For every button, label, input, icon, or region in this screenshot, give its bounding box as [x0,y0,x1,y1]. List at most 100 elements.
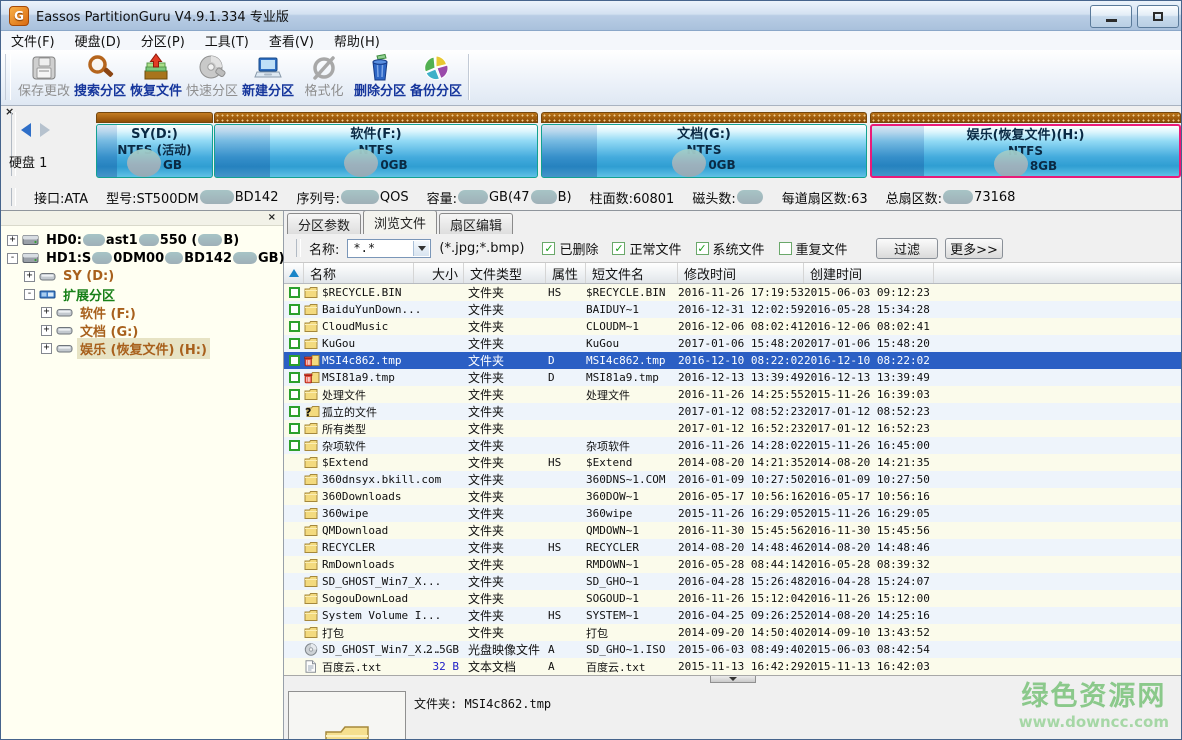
minimize-button[interactable] [1090,5,1132,28]
table-row[interactable]: RmDownloads文件夹RMDOWN~12016-05-28 08:44:1… [284,556,1181,573]
checkbox-icon[interactable] [779,242,792,255]
table-row[interactable]: 360Downloads文件夹360DOW~12016-05-17 10:56:… [284,488,1181,505]
menu-item-5[interactable]: 帮助(H) [324,31,390,50]
recover-checkbox[interactable] [289,389,300,400]
prev-disk-icon[interactable] [21,123,31,137]
tree-item[interactable]: +软件 (F:) [1,303,283,321]
tree-item[interactable]: +HD0:ast1550 (B) [1,231,283,249]
partition-block[interactable]: SY(D:)NTFS (活动)GB [96,112,213,178]
partition-block[interactable]: 软件(F:)NTFS0GB [214,112,538,178]
table-row[interactable]: QMDownload文件夹QMDOWN~12016-11-30 15:45:56… [284,522,1181,539]
table-row[interactable]: RECYCLER文件夹HSRECYCLER2014-08-20 14:48:46… [284,539,1181,556]
collapse-icon[interactable]: - [7,253,18,264]
chevron-down-icon[interactable] [413,241,429,256]
more-button[interactable]: 更多>> [945,238,1003,259]
collapse-icon[interactable]: - [24,289,35,300]
recover-checkbox[interactable] [289,423,300,434]
recover-checkbox[interactable] [289,372,300,383]
table-row[interactable]: ?孤立的文件文件夹2017-01-12 08:52:232017-01-12 0… [284,403,1181,420]
toolbar-delete-partition-button[interactable]: 删除分区 [352,50,408,105]
collapse-preview-button[interactable] [710,676,756,683]
tree-item[interactable]: -扩展分区 [1,285,283,303]
table-row[interactable]: SD_GHOST_Win7_X...2.5GB光盘映像文件ASD_GHO~1.I… [284,641,1181,658]
table-row[interactable]: 处理文件文件夹处理文件2016-11-26 14:25:552015-11-26… [284,386,1181,403]
filename-pattern-combo[interactable]: *.* [347,239,431,258]
column-header[interactable]: 修改时间 [678,263,804,283]
next-disk-icon[interactable] [40,123,50,137]
table-row[interactable]: SogouDownLoad文件夹SOGOUD~12016-11-26 15:12… [284,590,1181,607]
tab-browse-files[interactable]: 浏览文件 [363,211,437,234]
sort-column-indicator[interactable] [284,263,304,283]
column-header[interactable]: 大小 [414,263,464,283]
toolbar-search-partition-button[interactable]: 搜索分区 [72,50,128,105]
checkbox-icon[interactable]: ✓ [612,242,625,255]
partition-block[interactable]: 文档(G:)NTFS0GB [541,112,867,178]
info-text: GB(47 [489,190,530,205]
menu-item-3[interactable]: 工具(T) [195,31,259,50]
table-row[interactable]: SD_GHOST_Win7_X...文件夹SD_GHO~12016-04-28 … [284,573,1181,590]
recover-checkbox[interactable] [289,321,300,332]
table-row[interactable]: 所有类型文件夹2017-01-12 16:52:232017-01-12 16:… [284,420,1181,437]
table-row[interactable]: 打包文件夹打包2014-09-20 14:50:402014-09-10 13:… [284,624,1181,641]
recover-checkbox[interactable] [289,287,300,298]
recover-checkbox[interactable] [289,304,300,315]
menu-item-0[interactable]: 文件(F) [1,31,65,50]
toolbar-save-button[interactable]: 保存更改 [16,50,72,105]
tab-partition-params[interactable]: 分区参数 [287,213,361,234]
expand-icon[interactable]: + [41,343,52,354]
tree-item[interactable]: +SY (D:) [1,267,283,285]
filter-button[interactable]: 过滤 [876,238,938,259]
table-row[interactable]: MSI4c862.tmp文件夹DMSI4c862.tmp2016-12-10 0… [284,352,1181,369]
table-row[interactable]: 杂项软件文件夹杂项软件2016-11-26 14:28:022015-11-26… [284,437,1181,454]
folder-icon [304,626,322,639]
checkbox-system-files[interactable]: ✓系统文件 [696,239,765,258]
expand-icon[interactable]: + [24,271,35,282]
checkbox-duplicate-files[interactable]: 重复文件 [779,239,848,258]
toolbar-format-button[interactable]: 格式化 [296,50,352,105]
expand-icon[interactable]: + [41,325,52,336]
recover-checkbox[interactable] [289,355,300,366]
column-header[interactable]: 名称 [304,263,414,283]
tree-item[interactable]: +文档 (G:) [1,321,283,339]
menu-item-1[interactable]: 硬盘(D) [65,31,131,50]
created-time: 2017-01-12 16:52:23 [804,422,934,435]
table-row[interactable]: KuGou文件夹KuGou2017-01-06 15:48:202017-01-… [284,335,1181,352]
table-row[interactable]: 360dnsyx.bkill.com文件夹360DNS~1.COM2016-01… [284,471,1181,488]
menu-item-2[interactable]: 分区(P) [131,31,195,50]
partition-block[interactable]: 娱乐(恢复文件)(H:)NTFS8GB [870,112,1181,178]
toolbar-quick-partition-button[interactable]: 快速分区 [184,50,240,105]
column-header[interactable]: 属性 [546,263,586,283]
toolbar-new-partition-button[interactable]: 新建分区 [240,50,296,105]
checkbox-deleted[interactable]: ✓已删除 [542,239,598,258]
redaction-blob [994,150,1028,178]
checkbox-normal-files[interactable]: ✓正常文件 [612,239,681,258]
table-row[interactable]: BaiduYunDown...文件夹BAIDUY~12016-12-31 12:… [284,301,1181,318]
table-row[interactable]: System Volume I...文件夹HSSYSTEM~12016-04-2… [284,607,1181,624]
checkbox-icon[interactable]: ✓ [542,242,555,255]
title-bar[interactable]: G Eassos PartitionGuru V4.9.1.334 专业版 [1,1,1181,31]
column-header[interactable]: 短文件名 [586,263,678,283]
column-header[interactable]: 创建时间 [804,263,934,283]
maximize-button[interactable] [1137,5,1179,28]
column-header[interactable]: 文件类型 [464,263,546,283]
tree-item[interactable]: -HD1:S0DM00BD142 GB) [1,249,283,267]
table-row[interactable]: $RECYCLE.BIN文件夹HS$RECYCLE.BIN2016-11-26 … [284,284,1181,301]
tree-item[interactable]: +娱乐 (恢复文件) (H:) [1,339,283,357]
recover-checkbox[interactable] [289,440,300,451]
table-row[interactable]: 百度云.txt32 B文本文档A百度云.txt2015-11-13 16:42:… [284,658,1181,675]
expand-icon[interactable]: + [7,235,18,246]
checkbox-icon[interactable]: ✓ [696,242,709,255]
file-type: 文件夹 [464,471,546,488]
table-row[interactable]: CloudMusic文件夹CLOUDM~12016-12-06 08:02:41… [284,318,1181,335]
menu-item-4[interactable]: 查看(V) [259,31,324,50]
table-row[interactable]: 360wipe文件夹360wipe2015-11-26 16:29:052015… [284,505,1181,522]
tab-sector-edit[interactable]: 扇区编辑 [439,213,513,234]
table-row[interactable]: $Extend文件夹HS$Extend2014-08-20 14:21:3520… [284,454,1181,471]
recover-checkbox[interactable] [289,338,300,349]
recover-checkbox[interactable] [289,406,300,417]
table-row[interactable]: MSI81a9.tmp文件夹DMSI81a9.tmp2016-12-13 13:… [284,369,1181,386]
toolbar-recover-files-button[interactable]: 恢复文件 [128,50,184,105]
toolbar-backup-partition-button[interactable]: 备份分区 [408,50,464,105]
expand-icon[interactable]: + [41,307,52,318]
close-icon[interactable]: × [268,212,276,223]
